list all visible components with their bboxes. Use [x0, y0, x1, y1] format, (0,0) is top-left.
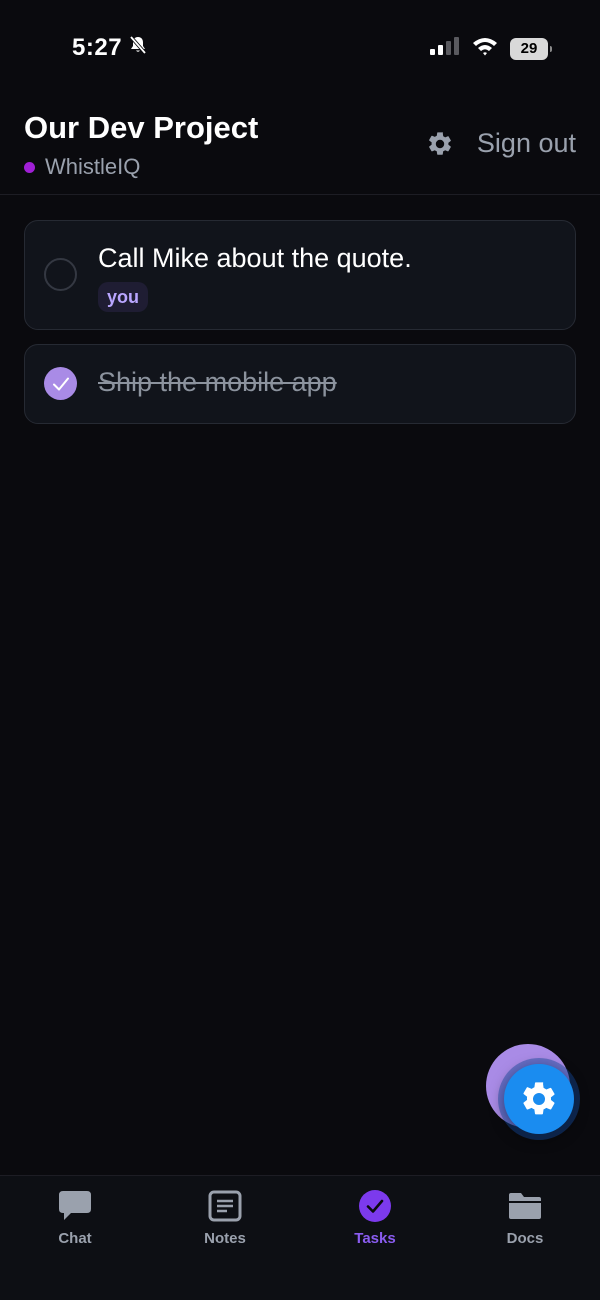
task-item-ship-app[interactable]: Ship the mobile app: [24, 344, 576, 424]
workspace-label: WhistleIQ: [24, 154, 140, 180]
tab-label: Chat: [58, 1230, 92, 1247]
floating-action-area: [486, 1044, 578, 1136]
status-time: 5:27: [72, 34, 148, 62]
settings-button[interactable]: [425, 129, 455, 159]
bottom-tab-bar: Chat Notes Tasks Docs: [0, 1175, 600, 1300]
status-time-text: 5:27: [72, 34, 123, 61]
workspace-name: WhistleIQ: [45, 154, 141, 179]
folder-icon: [507, 1188, 543, 1224]
signal-icon: [430, 36, 460, 61]
task-title: Ship the mobile app: [98, 367, 337, 397]
tab-label: Notes: [204, 1230, 246, 1247]
task-list: Call Mike about the quote. you Ship the …: [24, 220, 576, 438]
status-indicators: 29: [430, 36, 552, 61]
tab-notes[interactable]: Notes: [150, 1176, 300, 1300]
page-title: Our Dev Project: [24, 110, 259, 145]
header-actions: Sign out: [425, 128, 576, 159]
settings-fab-button[interactable]: [504, 1064, 574, 1134]
task-checkbox-checked[interactable]: [44, 367, 77, 400]
header: Our Dev Project WhistleIQ Sign out: [0, 96, 600, 195]
gear-icon: [429, 131, 451, 155]
workspace-status-dot: [24, 161, 35, 173]
bell-muted-icon: [128, 34, 148, 62]
checkmark-icon: [52, 377, 69, 390]
battery-indicator: 29: [510, 37, 552, 60]
task-item-call-mike[interactable]: Call Mike about the quote. you: [24, 220, 576, 330]
tab-chat[interactable]: Chat: [0, 1176, 150, 1300]
chat-bubble-icon: [57, 1188, 93, 1224]
check-circle-icon: [357, 1188, 393, 1224]
sign-out-button[interactable]: Sign out: [477, 128, 576, 159]
status-bar: 5:27 29: [0, 0, 600, 96]
wifi-icon: [472, 36, 498, 61]
assignee-badge: you: [98, 282, 149, 312]
tab-tasks[interactable]: Tasks: [300, 1176, 450, 1300]
tab-label: Docs: [506, 1230, 544, 1247]
tab-docs[interactable]: Docs: [450, 1176, 600, 1300]
task-checkbox-unchecked[interactable]: [44, 258, 77, 291]
task-title: Call Mike about the quote.: [98, 243, 412, 273]
gear-icon: [523, 1082, 555, 1115]
notes-icon: [207, 1188, 243, 1224]
tab-label: Tasks: [354, 1230, 396, 1247]
